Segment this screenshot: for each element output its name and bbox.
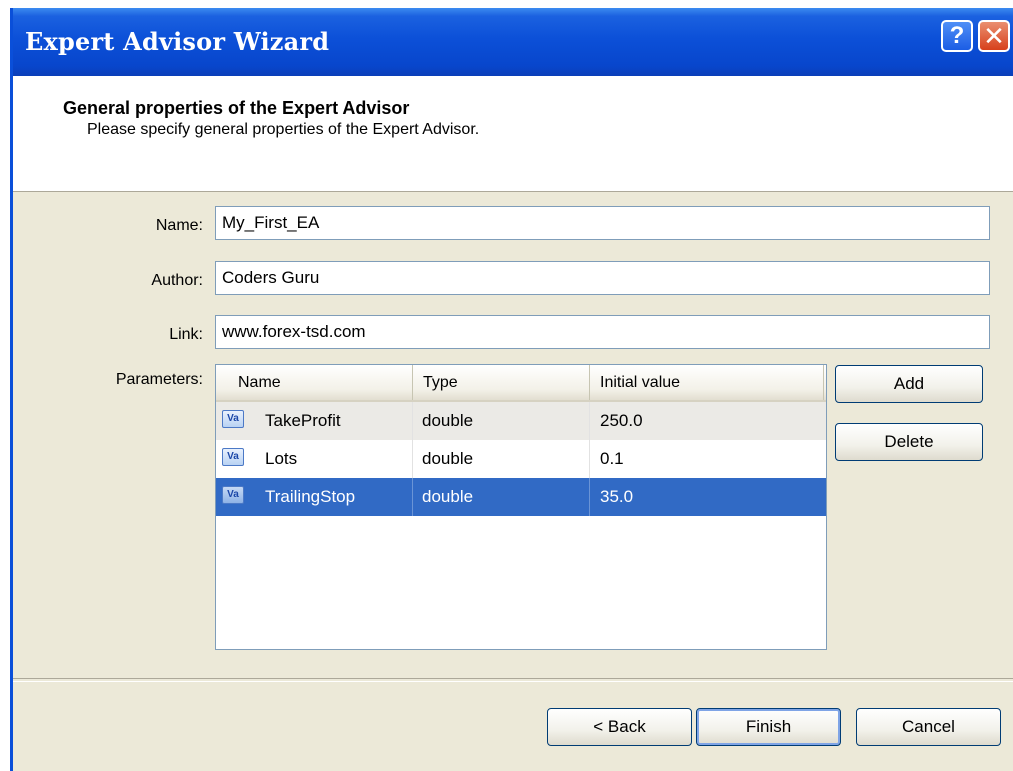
param-value: 0.1	[600, 449, 624, 468]
wizard-header: General properties of the Expert Advisor…	[13, 76, 1013, 192]
finish-button[interactable]: Finish	[696, 708, 841, 746]
param-name: TakeProfit	[265, 411, 341, 430]
back-button[interactable]: < Back	[547, 708, 692, 746]
table-row[interactable]: Va TakeProfit double 250.0	[216, 402, 826, 440]
param-type: double	[422, 411, 474, 430]
wizard-window: Expert Advisor Wizard ? ✕ General proper…	[10, 8, 1013, 771]
column-divider	[589, 402, 590, 440]
param-type: double	[422, 449, 474, 468]
add-button[interactable]: Add	[835, 365, 983, 403]
cancel-button[interactable]: Cancel	[856, 708, 1001, 746]
variable-icon: Va	[222, 410, 244, 428]
window-title: Expert Advisor Wizard	[25, 27, 330, 56]
list-header: Name Type Initial value	[216, 365, 826, 402]
column-divider	[412, 402, 413, 440]
delete-button[interactable]: Delete	[835, 423, 983, 461]
table-row-selected[interactable]: Va TrailingStop double 35.0	[216, 478, 826, 516]
parameters-list[interactable]: Name Type Initial value Va TakeProfit do…	[215, 364, 827, 650]
parameters-label: Parameters:	[115, 371, 203, 388]
close-button[interactable]: ✕	[978, 20, 1010, 52]
title-bar[interactable]: Expert Advisor Wizard ? ✕	[13, 8, 1013, 76]
param-type: double	[422, 487, 474, 506]
close-icon: ✕	[983, 20, 1005, 51]
param-name: TrailingStop	[265, 487, 356, 506]
param-value: 35.0	[600, 487, 634, 506]
variable-icon: Va	[222, 486, 244, 504]
column-divider	[589, 440, 590, 478]
link-label: Link:	[169, 326, 203, 343]
link-field[interactable]: www.forex-tsd.com	[215, 315, 990, 349]
header-subtitle: Please specify general properties of the…	[87, 121, 480, 138]
variable-icon: Va	[222, 448, 244, 466]
column-header-name[interactable]: Name	[216, 365, 413, 400]
author-label: Author:	[151, 272, 203, 289]
column-divider	[589, 478, 590, 516]
column-divider	[412, 478, 413, 516]
header-title: General properties of the Expert Advisor	[63, 98, 410, 118]
name-field[interactable]: My_First_EA	[215, 206, 990, 240]
help-button[interactable]: ?	[941, 20, 973, 52]
footer-divider	[13, 678, 1013, 682]
column-divider	[412, 440, 413, 478]
param-name: Lots	[265, 449, 298, 468]
param-value: 250.0	[600, 411, 643, 430]
author-field[interactable]: Coders Guru	[215, 261, 990, 295]
name-label: Name:	[155, 217, 203, 234]
column-header-initial-value[interactable]: Initial value	[590, 365, 824, 400]
help-icon: ?	[949, 22, 965, 49]
column-header-type[interactable]: Type	[413, 365, 590, 400]
table-row[interactable]: Va Lots double 0.1	[216, 440, 826, 478]
